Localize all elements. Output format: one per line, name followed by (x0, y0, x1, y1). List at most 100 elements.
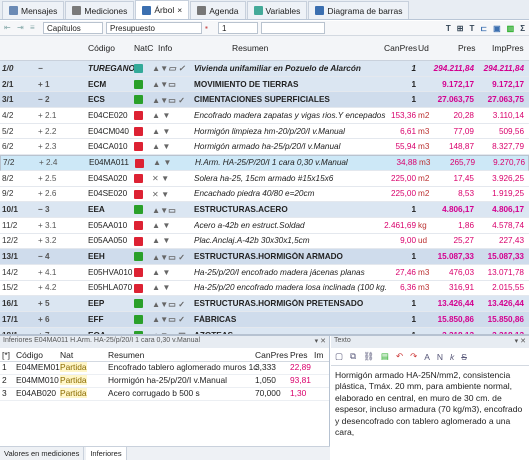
cell-id: 16/1 (2, 299, 18, 309)
page-select[interactable]: 1 (218, 22, 258, 34)
footer-tab-label: Inferiores (90, 449, 122, 458)
table-row[interactable]: 17/1 + 6 EFF ▲▼▭ ✓ FÁBRICAS 1 15.850,86 15.850,… (0, 312, 529, 328)
footer-tab-1[interactable]: Inferiores (86, 447, 127, 460)
col-res[interactable]: Resumen (108, 350, 144, 360)
mode-select[interactable]: Presupuesto (106, 22, 202, 34)
tab-2[interactable]: Árbol × (135, 0, 190, 19)
footer-tab-0[interactable]: Valores en mediciones (0, 447, 85, 460)
cell-imp: 3.110,14 (492, 110, 524, 120)
footer-tab-label: Valores en mediciones (4, 449, 80, 458)
table-row[interactable]: 15/2 + 4.2 E05HLA070 ▲ ▼ Ha-25/p/20 encofrad… (0, 281, 529, 297)
strike-icon[interactable]: S (461, 352, 467, 362)
cell-exp: + 3.2 (38, 236, 57, 246)
table-row[interactable]: 1/0− TUREGANO ▲▼▭ ✓ Vivienda unifamiliar en… (0, 61, 529, 77)
col-imppres[interactable]: ImpPres (492, 43, 524, 53)
new-doc-icon[interactable]: ▢ (335, 351, 343, 362)
table-row[interactable]: 9/2 + 2.6 E04SE020 ✕ ▼ Encachado piedra 40/8… (0, 187, 529, 203)
table-row[interactable]: 2/1 + 1 ECM ▲▼▭ MOVIMIENTO DE TIERRAS 1 9.172,… (0, 76, 529, 93)
cell-info: ▲▼▭ ✓ (152, 252, 186, 262)
table-row[interactable]: 3/1− 2 ECS ▲▼▭ ✓ CIMENTACIONES SUPERFICIALE… (0, 92, 529, 109)
cell-ud: m2 (418, 110, 430, 120)
table-row[interactable]: 5/2 + 2.2 E04CM040 ▲ ▼ Hormigón limpieza hm-… (0, 124, 529, 140)
nature-icon (134, 315, 148, 324)
list-item[interactable]: 3 E04AB020 Partida Acero corrugado b 500 s 7… (0, 388, 329, 401)
list-item[interactable]: 1 E04MEM01 Partida Encofrado tablero aglome… (0, 362, 329, 375)
tab-5[interactable]: Diagrama de barras (308, 1, 410, 19)
sum-icon[interactable]: Σ (520, 24, 525, 33)
paste-icon[interactable]: ▤ (381, 351, 389, 362)
cell-exp: + 2.4 (39, 158, 58, 168)
col-nat[interactable]: Nat (60, 350, 73, 360)
table-row[interactable]: 12/2 + 3.2 E05AA050 ▲ ▼ Plac.Anclaj.A-42b 30… (0, 234, 529, 250)
redo-icon[interactable]: ↷ (410, 351, 417, 362)
cell-code: E05AA050 (88, 236, 128, 246)
filter-icon[interactable]: T (446, 24, 451, 33)
palette-icon[interactable]: ▪ (205, 24, 215, 32)
col-can[interactable]: CanPres (255, 350, 288, 360)
copy-doc-icon[interactable]: ⧉ (350, 351, 356, 362)
col-resumen[interactable]: Resumen (232, 43, 268, 53)
cell-id: 17/1 (2, 314, 18, 324)
col-pres-lower[interactable]: Pres (290, 350, 307, 360)
col-canpres[interactable]: CanPres (384, 43, 417, 53)
tab-label: Árbol (154, 5, 175, 15)
filter-select[interactable]: Capítulos (43, 22, 103, 34)
case-icon[interactable]: N (437, 352, 443, 362)
tab-0[interactable]: Mensajes (2, 1, 65, 19)
columns-icon[interactable]: ⊞ (457, 24, 464, 33)
text-icon[interactable]: T (469, 24, 474, 33)
cell-can: 1 (411, 314, 416, 324)
indent-right-icon[interactable]: ⇥ (17, 24, 27, 32)
table-row[interactable]: 6/2 + 2.3 E04CA010 ▲ ▼ Hormigón armado ha-25… (0, 139, 529, 156)
cell-imp: 227,43 (498, 236, 524, 246)
cell-exp: + 2.3 (38, 142, 57, 152)
table-row[interactable]: 16/1 + 5 EEP ▲▼▭ ✓ ESTRUCTURAS.HORMIGÓN PRET… (0, 296, 529, 312)
col-codigo[interactable]: Código (88, 43, 115, 53)
cell-can: 6,36 (400, 283, 416, 293)
col-ud[interactable]: Ud (418, 43, 429, 53)
cell-id: 7/2 (3, 158, 15, 168)
col-info[interactable]: Info (158, 43, 172, 53)
cell-exp: + 2.6 (38, 189, 57, 199)
col-code[interactable]: Código (16, 350, 43, 360)
table-row[interactable]: 10/1− 3 EEA ▲▼▭ ESTRUCTURAS.ACERO 1 4.806,17 4… (0, 202, 529, 218)
tab-close-icon[interactable]: × (177, 5, 182, 15)
col-num[interactable]: [*] (2, 350, 10, 360)
col-pres[interactable]: Pres (458, 43, 475, 53)
cell-code: EFF (88, 314, 104, 324)
tab-1[interactable]: Mediciones (65, 1, 135, 19)
col-imp-lower[interactable]: Im (314, 350, 323, 360)
chart-icon[interactable]: ▥ (507, 24, 515, 33)
list-item[interactable]: 2 E04MM010 Partida Hormigón ha-25/p/20/I v.… (0, 375, 329, 388)
nature-icon (134, 299, 148, 309)
cell-ud: m2 (418, 173, 430, 183)
outline-icon[interactable]: ≡ (30, 24, 40, 32)
table-row[interactable]: 13/1− 4 EEH ▲▼▭ ✓ ESTRUCTURAS.HORMIGÓN ARMA… (0, 249, 529, 265)
link-icon[interactable]: ⛓ (363, 351, 374, 362)
cell-info: ▲▼▭ ✓ (152, 299, 186, 309)
empty-select[interactable] (261, 22, 325, 34)
text-close-icon[interactable]: ▾ ✕ (515, 337, 526, 347)
table-row[interactable]: 7/2 + 2.4 E04MA011 ▲ ▼ H.Arm. HA-25/P/20/I 1… (0, 155, 529, 171)
table-row[interactable]: 4/2 + 2.1 E04CE020 ▲ ▼ Encofrado madera zapa… (0, 108, 529, 124)
copy-icon[interactable]: ▣ (493, 24, 501, 33)
text-body[interactable]: Hormigón armado HA-25N/mm2, consistencia… (331, 366, 529, 442)
indent-left-icon[interactable]: ⇤ (4, 24, 14, 32)
panel-close-icon[interactable]: ▾ ✕ (315, 337, 326, 347)
tab-4[interactable]: Variables (246, 1, 308, 19)
nature-icon (134, 189, 148, 199)
tab-3[interactable]: Agenda (190, 1, 246, 19)
table-row[interactable]: 8/2 + 2.5 E04SA020 ✕ ▼ Solera ha-25, 15cm ar… (0, 171, 529, 187)
nature-icon (134, 205, 148, 215)
cell-code: E05AA010 (88, 220, 128, 230)
font-size-icon[interactable]: A (424, 352, 430, 362)
cell-pres: 77,09 (453, 126, 475, 136)
tree-icon[interactable]: ⊏ (480, 24, 487, 33)
undo-icon[interactable]: ↶ (396, 351, 403, 362)
italic-icon[interactable]: k (450, 352, 454, 362)
col-natc[interactable]: NatC (134, 43, 153, 53)
table-row[interactable]: 11/2 + 3.1 E05AA010 ▲ ▼ Acero a-42b en estru… (0, 218, 529, 234)
cell-pres: 27.063,75 (437, 95, 474, 105)
table-row[interactable]: 14/2 + 4.1 E05HVA010 ▲ ▼ Ha-25/p/20/I encofr… (0, 265, 529, 281)
cell-can: 2.461,69 (384, 220, 416, 230)
